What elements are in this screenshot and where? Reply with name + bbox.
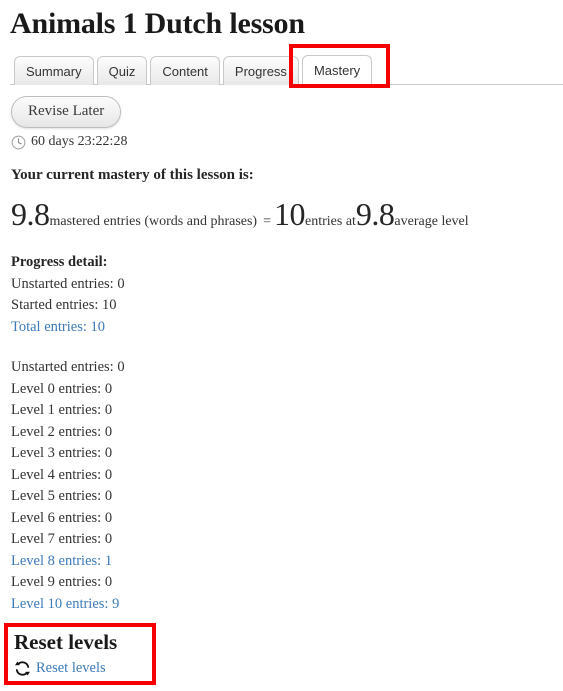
levels-detail-block: Unstarted entries: 0 Level 0 entries: 0 …	[11, 357, 125, 615]
level-row-label: Unstarted entries:	[11, 359, 114, 375]
progress-row-value: 0	[117, 275, 125, 292]
level-8-link-label[interactable]: Level 8 entries:	[11, 553, 101, 569]
list-item: Unstarted entries: 0	[11, 274, 125, 296]
level-row-value: 0	[117, 359, 125, 375]
tab-quiz[interactable]: Quiz	[96, 56, 148, 85]
progress-detail-block: Progress detail: Unstarted entries: 0 St…	[11, 252, 125, 338]
level-8-link-value[interactable]: 1	[105, 553, 112, 569]
mastery-entry-count-suffix: entries at	[305, 214, 356, 229]
revise-later-button[interactable]: Revise Later	[11, 96, 122, 128]
revision-timer: 60 days 23:22:28	[11, 134, 127, 150]
clock-icon	[11, 135, 26, 149]
level-row-label: Level 9 entries:	[11, 574, 102, 590]
level-row-value: 0	[104, 531, 113, 547]
tab-mastery[interactable]: Mastery	[301, 55, 373, 86]
mastery-entry-count: 10	[274, 196, 306, 232]
progress-row-value: 10	[102, 297, 117, 313]
timer-text: 60 days 23:22:28	[31, 134, 128, 149]
level-row-label: Level 5 entries:	[11, 488, 102, 504]
refresh-icon	[14, 661, 31, 676]
progress-detail-heading: Progress detail:	[11, 254, 108, 270]
total-entries-link-label[interactable]: Total entries:	[11, 319, 87, 335]
tab-content[interactable]: Content	[150, 56, 220, 85]
tab-list: Summary Quiz Content Progress Mastery	[14, 55, 375, 86]
list-item: Started entries: 10	[11, 295, 125, 317]
reset-levels-action[interactable]: Reset levels	[13, 659, 106, 678]
list-item[interactable]: Total entries: 10	[11, 317, 125, 339]
mastery-equals-sign: =	[263, 214, 271, 229]
list-item[interactable]: Level 8 entries: 1	[11, 551, 125, 573]
list-item: Level 2 entries: 0	[11, 422, 125, 444]
level-10-link-label[interactable]: Level 10 entries:	[11, 596, 108, 612]
level-row-label: Level 7 entries:	[11, 531, 102, 547]
list-item[interactable]: Level 10 entries: 9	[11, 594, 125, 616]
list-item: Level 3 entries: 0	[11, 443, 125, 465]
level-row-label: Level 3 entries:	[11, 445, 102, 461]
page-title: Animals 1 Dutch lesson	[10, 7, 305, 40]
mastery-score-suffix: mastered entries (words and phrases)	[49, 214, 258, 229]
level-row-value: 0	[104, 574, 113, 590]
mastery-average-level: 9.8	[355, 196, 395, 232]
mastery-average-level-suffix: average level	[394, 214, 469, 229]
mastery-formula: 9.8mastered entries (words and phrases) =…	[11, 198, 563, 239]
list-item: Level 1 entries: 0	[11, 400, 125, 422]
level-row-label: Level 2 entries:	[11, 423, 102, 440]
level-10-link-value[interactable]: 9	[112, 596, 119, 612]
level-row-value: 0	[104, 445, 113, 461]
mastery-heading: Your current mastery of this lesson is:	[11, 167, 254, 183]
level-row-value: 0	[104, 380, 113, 397]
list-item: Level 5 entries: 0	[11, 486, 125, 508]
reset-levels-heading: Reset levels	[14, 630, 118, 654]
list-item: Level 4 entries: 0	[11, 465, 125, 487]
list-item: Level 9 entries: 0	[11, 572, 125, 594]
level-row-value: 0	[104, 509, 113, 526]
progress-row-label: Started entries:	[11, 297, 99, 313]
progress-row-label: Unstarted entries:	[11, 275, 114, 292]
level-row-label: Level 4 entries:	[11, 466, 102, 483]
level-row-label: Level 6 entries:	[11, 509, 102, 526]
level-row-value: 0	[104, 423, 113, 440]
level-row-value: 0	[104, 488, 113, 504]
reset-levels-link[interactable]: Reset levels	[36, 660, 106, 677]
list-item: Level 0 entries: 0	[11, 379, 125, 401]
list-item: Level 6 entries: 0	[11, 508, 125, 530]
list-item: Level 7 entries: 0	[11, 529, 125, 551]
total-entries-link-value[interactable]: 10	[91, 319, 106, 335]
tab-bar: Summary Quiz Content Progress Mastery	[0, 53, 563, 86]
level-row-value: 0	[104, 402, 113, 418]
list-item: Unstarted entries: 0	[11, 357, 125, 379]
mastery-score: 9.8	[11, 196, 50, 232]
tab-summary[interactable]: Summary	[14, 56, 94, 85]
level-row-value: 0	[104, 466, 113, 483]
tab-progress[interactable]: Progress	[222, 56, 299, 85]
level-row-label: Level 1 entries:	[11, 402, 102, 418]
level-row-label: Level 0 entries:	[11, 380, 102, 397]
